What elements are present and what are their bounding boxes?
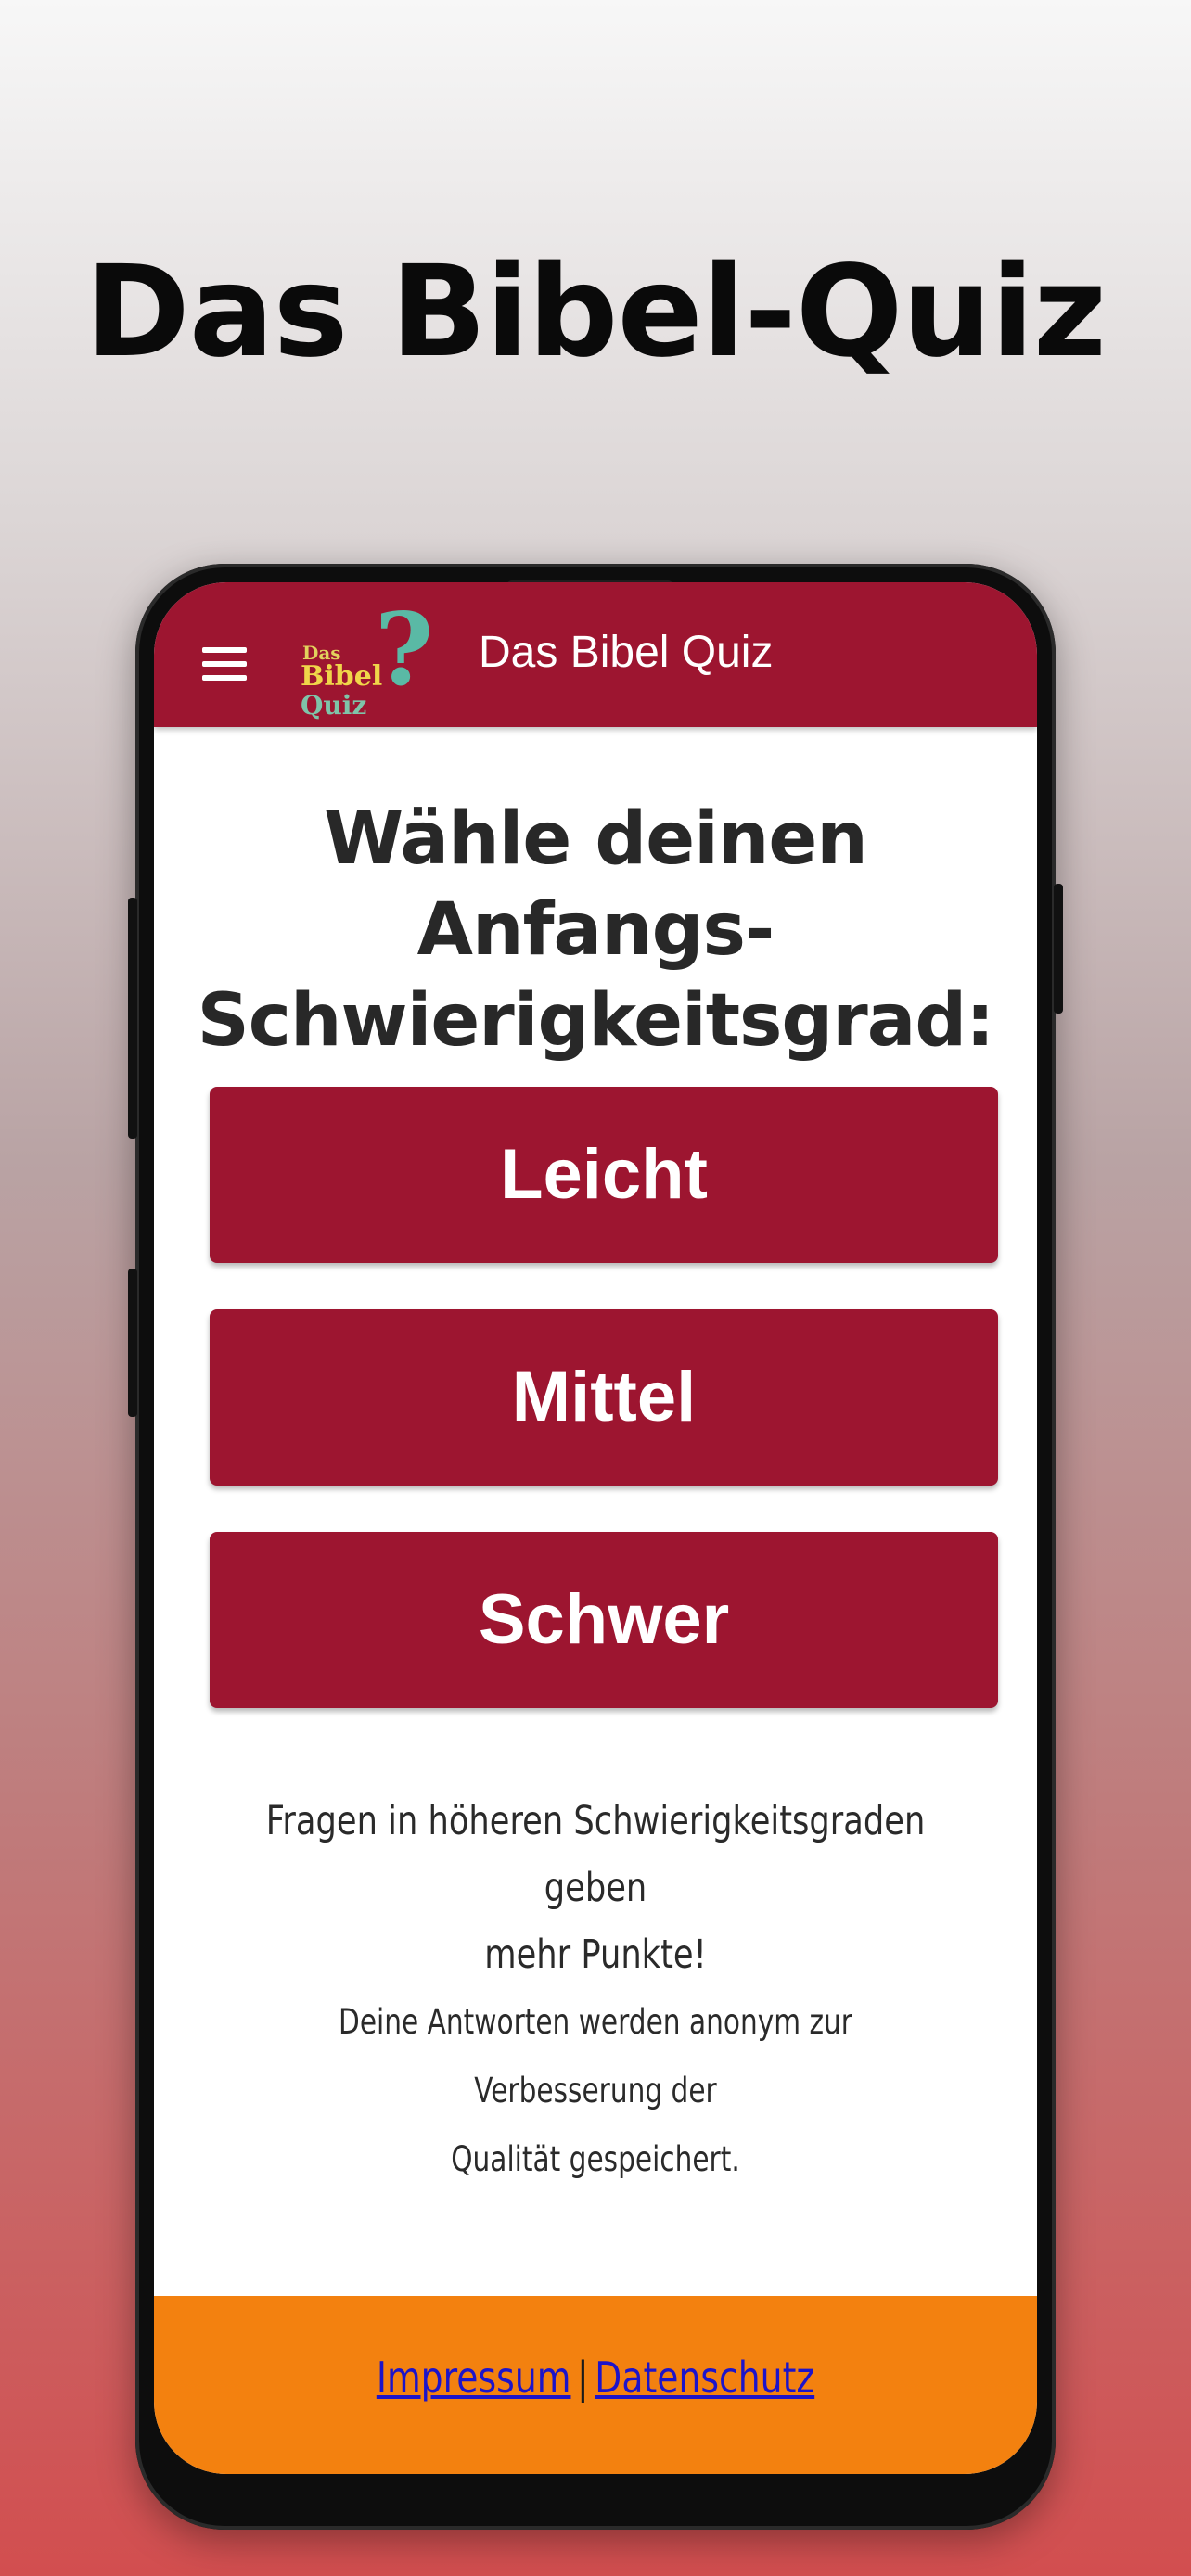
impressum-link[interactable]: Impressum <box>377 2353 571 2403</box>
points-note: Fragen in höheren Schwierigkeitsgraden g… <box>263 1788 927 1988</box>
promo-title: Das Bibel-Quiz <box>84 239 1107 386</box>
footer-links: Impressum | Datenschutz <box>234 2348 958 2407</box>
logo-text-quiz: Quiz <box>301 690 367 721</box>
app-bar: Das Bibel Quiz ? Das Bibel Quiz <box>154 582 1037 727</box>
level-hard-button[interactable]: Schwer <box>210 1532 998 1708</box>
page-heading: Wähle deinen Anfangs- Schwierigkeitsgrad… <box>173 794 1018 1066</box>
privacy-note-line-1: Deine Antworten werden anonym zur Verbes… <box>339 2002 852 2111</box>
logo-text-bibel: Bibel <box>301 660 383 693</box>
app-logo: Das Bibel Quiz ? <box>295 599 434 721</box>
level-medium-button[interactable]: Mittel <box>210 1309 998 1486</box>
footer-bar: Impressum | Datenschutz <box>154 2296 1037 2474</box>
volume-down-button <box>128 1269 137 1417</box>
volume-up-button <box>128 898 137 1139</box>
footer-separator: | <box>577 2353 589 2403</box>
datenschutz-link[interactable]: Datenschutz <box>595 2353 814 2403</box>
privacy-note-line-2: Qualität gespeichert. <box>451 2139 740 2179</box>
points-note-line-2: mehr Punkte! <box>484 1932 707 1978</box>
power-button <box>1054 884 1063 1014</box>
app-title: Das Bibel Quiz <box>479 628 774 677</box>
phone-frame: Das Bibel Quiz ? Das Bibel Quiz Wähle de… <box>128 564 1063 2530</box>
heading-line-2: Schwierigkeitsgrad: <box>197 979 995 1063</box>
points-note-line-1: Fragen in höheren Schwierigkeitsgraden g… <box>265 1798 926 1911</box>
app-screen: Das Bibel Quiz ? Das Bibel Quiz Wähle de… <box>154 582 1037 2474</box>
level-easy-button[interactable]: Leicht <box>210 1087 998 1263</box>
question-mark-icon: ? <box>375 592 434 708</box>
menu-icon[interactable] <box>202 647 247 681</box>
heading-line-1: Wähle deinen Anfangs- <box>324 797 868 972</box>
privacy-note: Deine Antworten werden anonym zur Verbes… <box>257 1988 934 2194</box>
